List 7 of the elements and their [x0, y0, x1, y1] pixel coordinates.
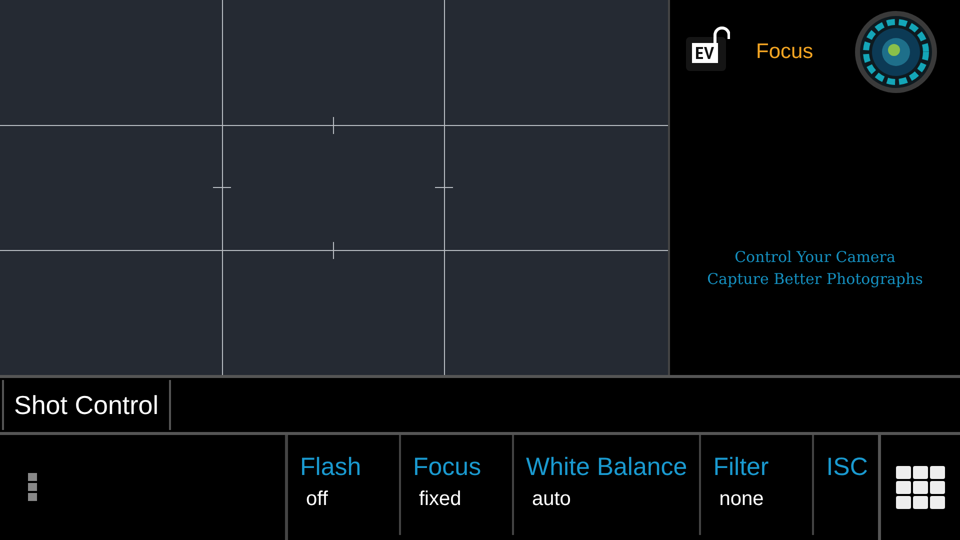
- mode-label: Focus: [756, 40, 814, 64]
- ev-lock-icon[interactable]: [686, 25, 730, 71]
- more-menu-icon[interactable]: [28, 472, 38, 502]
- shot-control-tab[interactable]: Shot Control: [2, 380, 171, 430]
- grid-menu-icon[interactable]: [896, 466, 946, 510]
- tagline-text: Control Your Camera Capture Better Photographs: [706, 247, 924, 290]
- camera-lens-icon[interactable]: [854, 10, 938, 94]
